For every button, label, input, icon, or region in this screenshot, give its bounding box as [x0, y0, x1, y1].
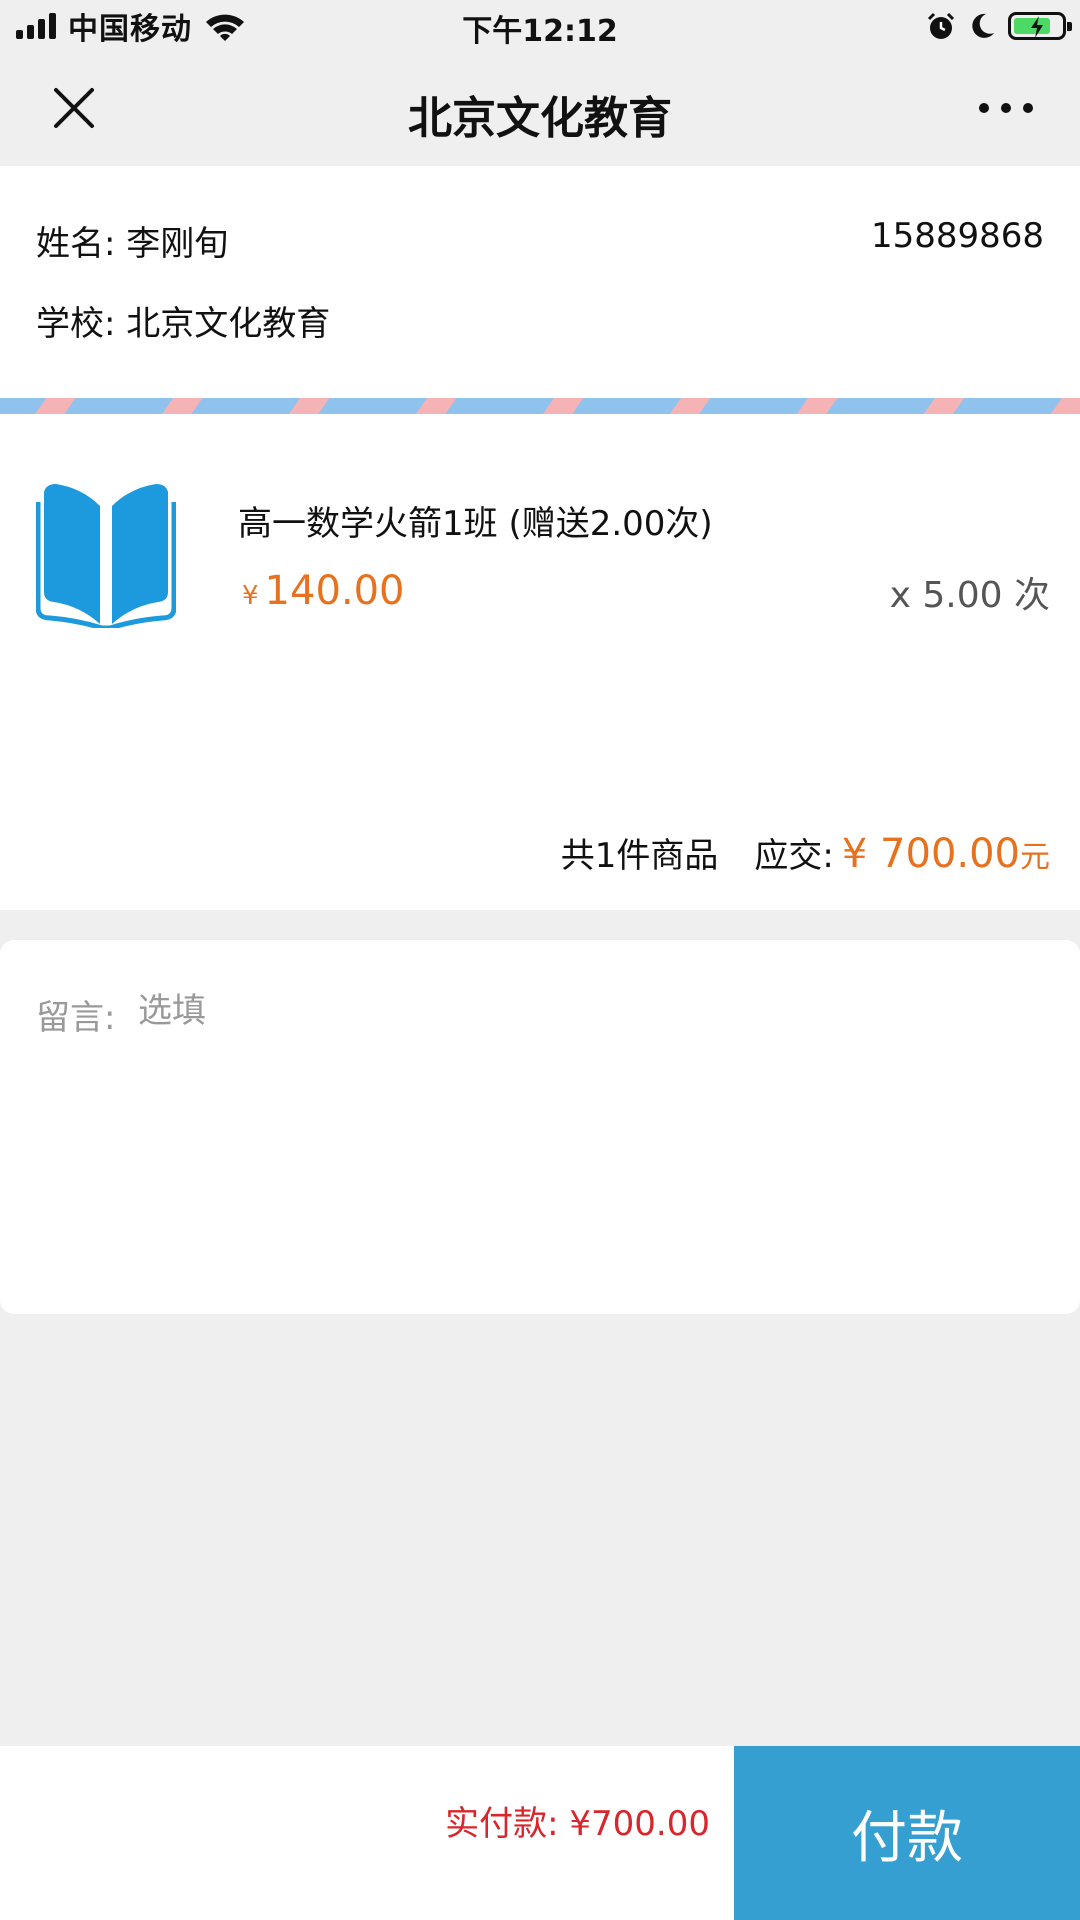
due-amount: ¥ 700.00元 — [842, 831, 1050, 877]
item-price: ¥140.00 — [242, 568, 405, 614]
actual-amount: ¥700.00 — [569, 1804, 710, 1844]
message-label: 留言: — [36, 998, 116, 1038]
school-label: 学校: — [36, 304, 116, 344]
item-quantity: x 5.00 次 — [889, 575, 1050, 616]
status-bar: 中国移动 下午12:12 — [0, 0, 1080, 52]
item-name: 高一数学火箭1班 (赠送2.00次) — [238, 504, 713, 544]
alarm-icon — [927, 12, 955, 39]
message-card: 留言: — [0, 940, 1080, 1314]
airmail-stripe-divider — [0, 398, 1080, 414]
name-value: 李刚旬 — [126, 224, 229, 264]
status-time: 下午12:12 — [462, 14, 618, 49]
contact-card: 姓名: 李刚旬 15889868 学校: 北京文化教育 — [0, 166, 1080, 398]
due-amount-value: ¥ 700.00 — [841, 831, 1020, 877]
actual-label: 实付款: — [445, 1804, 559, 1844]
phone-number: 15889868 — [870, 216, 1044, 256]
status-right — [926, 8, 1072, 44]
school-value: 北京文化教育 — [126, 304, 331, 344]
name-label: 姓名: — [36, 224, 116, 264]
book-icon — [36, 484, 176, 628]
pay-button[interactable]: 付款 — [734, 1746, 1080, 1920]
actual-payment: 实付款: ¥700.00 — [445, 1796, 710, 1845]
item-count: 共1件商品 — [560, 836, 719, 876]
more-icon[interactable] — [976, 96, 1036, 120]
order-section: 高一数学火箭1班 (赠送2.00次) ¥140.00 x 5.00 次 共1件商… — [0, 414, 1080, 910]
moon-icon — [972, 13, 994, 38]
due-label: 应交: — [754, 836, 834, 876]
battery-charging-icon — [1008, 12, 1072, 40]
nav-bar: 北京文化教育 — [0, 52, 1080, 166]
currency-symbol: ¥ — [242, 581, 259, 611]
due-unit: 元 — [1020, 840, 1050, 875]
message-input[interactable] — [136, 984, 1044, 1038]
school-row: 学校: 北京文化教育 — [36, 296, 1044, 345]
checkout-bar: 实付款: ¥700.00 付款 — [0, 1746, 1080, 1920]
page-title: 北京文化教育 — [408, 93, 672, 144]
item-price-value: 140.00 — [264, 568, 405, 614]
order-summary: 共1件商品 应交: ¥ 700.00元 — [561, 828, 1050, 877]
